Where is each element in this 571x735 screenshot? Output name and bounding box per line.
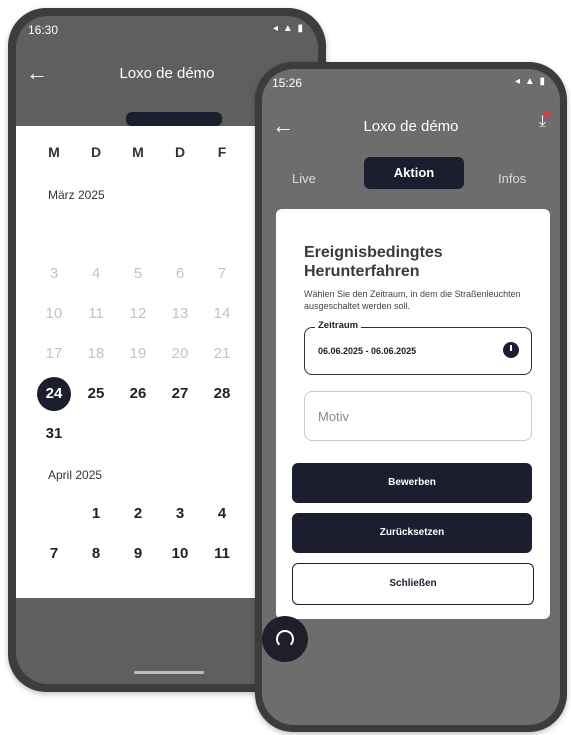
calendar-day[interactable]: 18	[76, 345, 116, 362]
tab-aktion-label: Aktion	[393, 165, 435, 180]
calendar-day[interactable]: 25	[76, 385, 116, 402]
calendar-day[interactable]: 4	[202, 505, 242, 522]
notification-dot	[544, 111, 550, 117]
calendar-day[interactable]: 8	[76, 545, 116, 562]
calendar-day[interactable]: 19	[118, 345, 158, 362]
calendar-day[interactable]: 12	[118, 305, 158, 322]
calendar-day[interactable]: 2	[118, 505, 158, 522]
tab-live[interactable]: Live	[292, 171, 316, 186]
calendar-day[interactable]: 13	[160, 305, 200, 322]
calendar-day[interactable]: 3	[160, 505, 200, 522]
weekday-label: D	[174, 144, 186, 160]
calendar-day[interactable]: 9	[118, 545, 158, 562]
tab-aktion[interactable]: Aktion	[364, 157, 464, 189]
reset-button[interactable]: Zurücksetzen	[292, 513, 532, 553]
headset-icon	[276, 630, 294, 648]
weekday-label: D	[90, 144, 102, 160]
calendar-day[interactable]: 4	[76, 265, 116, 282]
status-bar: 15:26 ◂ ▲ ▮	[262, 69, 560, 95]
calendar-day[interactable]: 11	[76, 305, 116, 322]
calendar-day[interactable]: 28	[202, 385, 242, 402]
status-time: 16:30	[28, 23, 59, 37]
status-icons: ◂ ▲ ▮	[273, 23, 304, 34]
weekday-label: M	[132, 144, 144, 160]
zeitraum-label: Zeitraum	[315, 320, 362, 331]
app-bar: ← Loxo de démo ⤓	[262, 109, 560, 143]
app-title: Loxo de démo	[363, 118, 459, 135]
weekday-label: F	[217, 144, 227, 160]
selected-day[interactable]: 24	[37, 377, 71, 411]
month-label: März 2025	[48, 188, 105, 202]
zeitraum-value: 06.06.2025 - 06.06.2025	[318, 346, 417, 356]
calendar-day[interactable]: 10	[34, 305, 74, 322]
calendar-day[interactable]: 20	[160, 345, 200, 362]
calendar-day[interactable]: 5	[118, 265, 158, 282]
home-indicator	[134, 671, 204, 674]
apply-button[interactable]: Bewerben	[292, 463, 532, 503]
calendar-day[interactable]: 6	[160, 265, 200, 282]
calendar-day[interactable]: 31	[34, 425, 74, 442]
calendar-day[interactable]: 11	[202, 545, 242, 562]
status-bar: 16:30 ◂ ▲ ▮	[16, 16, 318, 42]
calendar-day[interactable]: 14	[202, 305, 242, 322]
front-phone-screen: 15:26 ◂ ▲ ▮ ← Loxo de démo ⤓ Live Aktion…	[262, 69, 560, 725]
zeitraum-field[interactable]: Zeitraum 06.06.2025 - 06.06.2025	[304, 320, 532, 375]
month-label: April 2025	[48, 468, 103, 482]
close-button[interactable]: Schließen	[292, 563, 534, 605]
calendar-day[interactable]: 21	[202, 345, 242, 362]
status-time: 15:26	[272, 76, 303, 90]
modal-description: Wählen Sie den Zeitraum, in dem die Stra…	[304, 289, 521, 311]
calendar-day[interactable]: 7	[202, 265, 242, 282]
shutdown-modal: Ereignisbedingtes Herunterfahren Wählen …	[276, 209, 550, 619]
modal-title: Ereignisbedingtes Herunterfahren	[304, 244, 443, 280]
tab-infos[interactable]: Infos	[498, 171, 526, 186]
active-tab[interactable]	[126, 112, 222, 126]
calendar-day[interactable]: 1	[76, 505, 116, 522]
calendar-day[interactable]: 27	[160, 385, 200, 402]
motiv-input[interactable]: Motiv	[304, 391, 532, 441]
status-icons: ◂ ▲ ▮	[515, 76, 546, 87]
calendar-day[interactable]: 3	[34, 265, 74, 282]
motiv-placeholder: Motiv	[318, 409, 350, 424]
support-button[interactable]	[262, 616, 308, 662]
calendar-day[interactable]: 10	[160, 545, 200, 562]
calendar-day[interactable]: 17	[34, 345, 74, 362]
weekday-label: M	[48, 144, 60, 160]
calendar-day[interactable]: 7	[34, 545, 74, 562]
calendar-day[interactable]: 26	[118, 385, 158, 402]
clock-icon[interactable]	[503, 342, 519, 358]
